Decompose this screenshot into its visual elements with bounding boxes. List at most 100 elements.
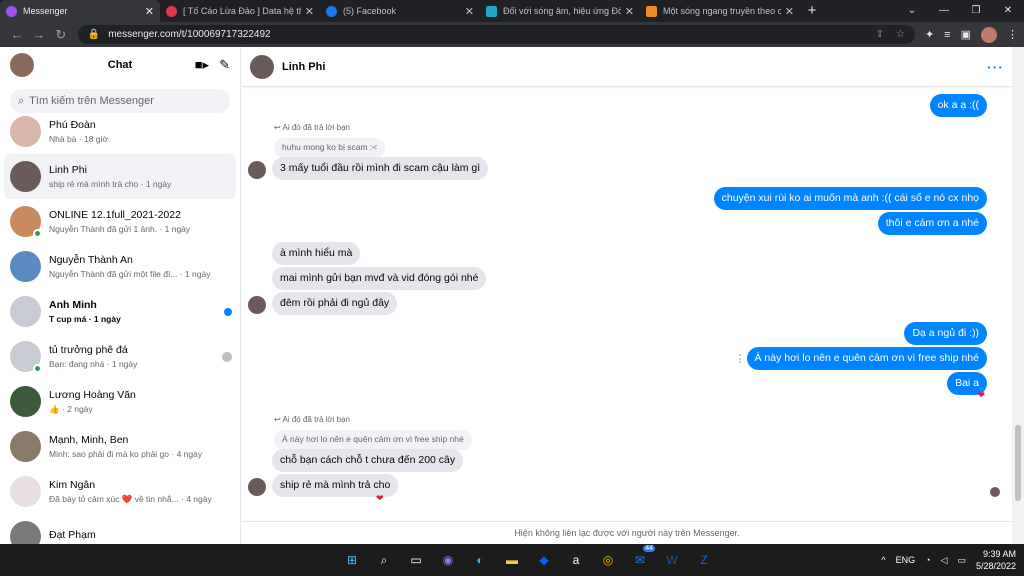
window-close-icon[interactable]: ✕ [992, 0, 1024, 22]
close-icon[interactable]: ✕ [465, 5, 474, 18]
start-icon[interactable]: ⊞ [340, 548, 364, 572]
close-icon[interactable]: ✕ [785, 5, 794, 18]
mail-icon[interactable]: ✉ 44 [628, 545, 655, 572]
new-message-icon[interactable]: ✎ [219, 57, 230, 73]
conversation-avatar [10, 386, 41, 417]
back-icon[interactable]: ← [6, 27, 28, 42]
tab-messenger[interactable]: Messenger ✕ [0, 0, 160, 22]
conversation-name: Lương Hoàng Văn [49, 388, 136, 401]
zalo-icon[interactable]: Z [692, 548, 716, 572]
close-icon[interactable]: ✕ [145, 5, 154, 18]
chat-panel: Linh Phi ··· ok a ạ :(( ↩ Ai đó đã trả l… [242, 47, 1012, 544]
conversation-item[interactable]: Phú Đoàn Nhà bà · 18 giờ [0, 109, 240, 154]
search-icon[interactable]: ⌕ [372, 548, 396, 572]
amazon-icon[interactable]: a [564, 548, 588, 572]
contact-name[interactable]: Linh Phi [282, 61, 325, 73]
sender-avatar[interactable] [248, 161, 266, 179]
lock-icon: 🔒 [87, 29, 101, 40]
conversation-avatar [10, 341, 42, 373]
video-call-icon[interactable]: ■▸ [195, 57, 209, 73]
reply-hint: ↩ Ai đó đã trả lời bạn [274, 123, 350, 132]
conversation-item[interactable]: Anh Minh T cup má · 1 ngày [0, 289, 240, 334]
sender-avatar[interactable] [248, 478, 266, 496]
teams-icon[interactable]: ◉ [436, 548, 460, 572]
conversation-item[interactable]: Đạt Phạm [0, 514, 240, 544]
tab-to-cao[interactable]: [ Tố Cáo Lừa Đảo ] Data hệ thống ✕ [160, 0, 320, 22]
online-indicator [33, 364, 42, 373]
message-list: ok a ạ :(( ↩ Ai đó đã trả lời bạn huhu m… [242, 88, 1012, 521]
conversation-name: Nguyễn Thành An [49, 254, 133, 266]
wifi-icon[interactable]: ◔ [925, 555, 930, 565]
profile-avatar[interactable] [981, 26, 997, 43]
quoted-message[interactable]: huhu mong ko bị scam :< [274, 138, 386, 158]
conversation-name: Phú Đoàn [49, 119, 96, 131]
speaker-icon[interactable]: ◁ [941, 555, 948, 566]
message-bubble[interactable]: 3 mấy tuổi đầu rồi mình đi scam cậu làm … [272, 157, 489, 180]
contact-avatar[interactable] [250, 54, 274, 79]
reload-icon[interactable]: ↻ [50, 27, 72, 43]
share-icon[interactable]: ⇪ [876, 29, 884, 40]
edge-icon[interactable]: ◐ [468, 548, 492, 572]
chat-scrollbar[interactable] [1012, 47, 1024, 544]
battery-icon[interactable]: ▭ [957, 555, 966, 566]
close-icon[interactable]: ✕ [305, 5, 314, 18]
conversation-name: tủ trưởng phê đá [49, 344, 128, 356]
conversation-avatar [10, 251, 41, 282]
maximize-icon[interactable]: ❐ [960, 0, 992, 22]
conversation-preview: Minh: sao phải đi mà ko phải go · 4 ngày [49, 449, 203, 459]
chat-header: Linh Phi ··· [242, 47, 1012, 87]
scroll-thumb[interactable] [1015, 425, 1021, 501]
task-view-icon[interactable]: ▭ [404, 548, 428, 572]
message-bubble[interactable]: chỗ bạn cách chỗ t chưa đến 200 cây [272, 449, 464, 472]
conversation-item[interactable]: Lương Hoàng Văn 👍 · 2 ngày [0, 379, 240, 424]
tab-label: Một sóng ngang truyền theo chi [663, 6, 781, 16]
side-panel-icon[interactable]: ▣ [961, 28, 971, 41]
minimize-icon[interactable]: — [928, 0, 960, 22]
conversation-preview: Bạn: đang nhà · 1 ngày [49, 359, 138, 369]
sender-avatar[interactable] [248, 296, 266, 314]
tab-song-ngang[interactable]: Một sóng ngang truyền theo chi ✕ [640, 0, 800, 22]
conversation-name: Anh Minh [49, 299, 97, 311]
message-bubble[interactable]: À này hơi lo nên e quên cảm ơn vì free s… [746, 347, 987, 370]
close-icon[interactable]: ✕ [625, 5, 634, 18]
conversation-item[interactable]: Linh Phi ship rẻ mà mình trả cho · 1 ngày [4, 154, 236, 199]
message-bubble[interactable]: đêm rồi phải đi ngủ đây [272, 292, 398, 315]
conversation-item[interactable]: Mạnh, Minh, Ben Minh: sao phải đi mà ko p… [0, 424, 240, 469]
heart-reaction-icon[interactable]: ❤ [376, 493, 384, 504]
tab-facebook[interactable]: (5) Facebook ✕ [320, 0, 480, 22]
message-bubble[interactable]: Dạ a ngủ đi :)) [904, 322, 987, 345]
windows-taskbar: ⊞ ⌕ ▭ ◉ ◐ ▬ ◆ a ◎ ✉ 44 W Z ^ ENG ◔ ◁ ▭ 9:… [0, 544, 1024, 576]
language-indicator[interactable]: ENG [896, 555, 916, 565]
reading-list-icon[interactable]: ≡ [944, 29, 950, 41]
tab-search-icon[interactable]: ⌄ [896, 0, 928, 22]
file-explorer-icon[interactable]: ▬ [500, 548, 524, 572]
new-tab-button[interactable]: + [800, 0, 824, 22]
conversation-item[interactable]: ONLINE 12.1full_2021-2022 Nguyễn Thành đã… [0, 199, 240, 244]
message-bubble[interactable]: chuyện xui rùi ko ai muốn mà anh :(( cái… [713, 187, 987, 210]
chevron-up-icon[interactable]: ^ [881, 555, 885, 565]
conversation-list: Phú Đoàn Nhà bà · 18 giờ Linh Phi ship rẻ m… [0, 109, 240, 544]
browser-menu-icon[interactable]: ⋮ [1007, 28, 1018, 41]
message-bubble[interactable]: à mình hiểu mà [272, 242, 361, 265]
bookmark-star-icon[interactable]: ☆ [896, 29, 905, 40]
heart-reaction-icon[interactable]: ❤ [977, 390, 985, 401]
message-bubble[interactable]: thôi e cám ơn a nhé [877, 212, 987, 235]
tab-song-am[interactable]: Đối với sóng âm, hiệu ứng Đốp-p ✕ [480, 0, 640, 22]
message-bubble[interactable]: mai mình gửi bạn mvđ và vid đóng gói nhé [272, 267, 487, 290]
conversation-item[interactable]: tủ trưởng phê đá Bạn: đang nhà · 1 ngày [0, 334, 240, 379]
clock[interactable]: 9:39 AM 5/28/2022 [976, 548, 1016, 572]
conversation-item[interactable]: Kim Ngân Đã bày tỏ cảm xúc ❤️ về tin nhắ.… [0, 469, 240, 514]
conversation-preview: T cup má · 1 ngày [49, 314, 121, 324]
chrome-icon[interactable]: ◎ [596, 548, 620, 572]
forward-icon[interactable]: → [28, 27, 50, 42]
conversation-item[interactable]: Nguyễn Thành An Nguyễn Thành đã gửi một f… [0, 244, 240, 289]
dropbox-icon[interactable]: ◆ [532, 548, 556, 572]
url-field[interactable]: 🔒 messenger.com/t/100069717322492 ⇪ ☆ [77, 25, 915, 44]
message-bubble[interactable]: ok a ạ :(( [929, 94, 987, 117]
extensions-icon[interactable]: ✦ [925, 28, 934, 41]
more-options-icon[interactable]: ··· [987, 59, 1004, 75]
reply-hint-text: Ai đó đã trả lời bạn [282, 123, 350, 132]
conversation-preview: 👍 · 2 ngày [49, 403, 93, 414]
word-icon[interactable]: W [660, 548, 684, 572]
quoted-message[interactable]: À này hơi lo nên e quên cảm ơn vì free s… [274, 430, 472, 450]
